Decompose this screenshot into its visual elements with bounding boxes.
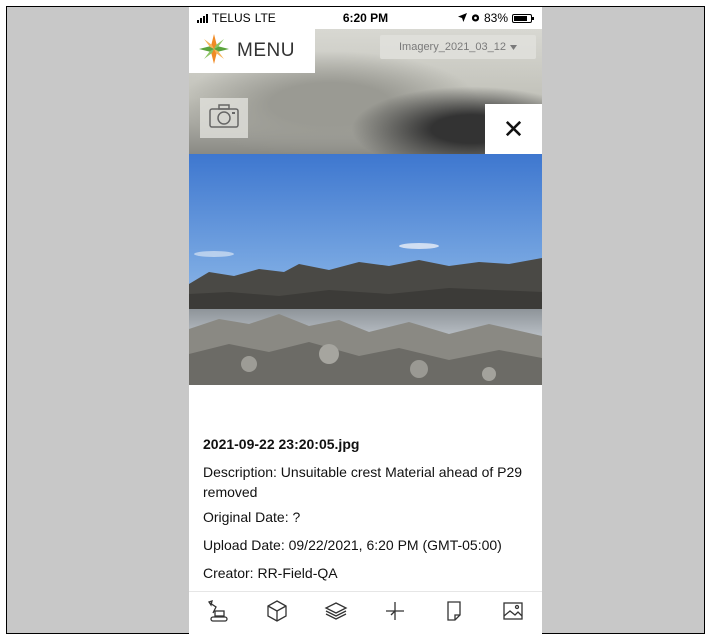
imagery-select[interactable]: Imagery_2021_03_12 xyxy=(380,35,536,59)
logo-icon xyxy=(199,33,229,69)
bottom-toolbar xyxy=(189,591,542,634)
caret-down-icon xyxy=(510,41,518,53)
menu-button[interactable]: MENU xyxy=(189,29,315,73)
close-button[interactable]: ✕ xyxy=(485,104,542,154)
note-tool-button[interactable] xyxy=(438,597,470,629)
image-tool-button[interactable] xyxy=(497,597,529,629)
photo-description: Description: Unsuitable crest Material a… xyxy=(203,464,523,500)
excavator-icon xyxy=(206,599,230,628)
alarm-icon xyxy=(471,11,480,25)
note-icon xyxy=(442,599,466,628)
photo-upload-date: Upload Date: 09/22/2021, 6:20 PM (GMT-05… xyxy=(203,537,502,553)
status-right: 83% xyxy=(457,11,534,25)
layers-tool-button[interactable] xyxy=(320,597,352,629)
camera-icon xyxy=(209,103,239,133)
crosshair-icon xyxy=(383,599,407,628)
photo-original-date: Original Date: ? xyxy=(203,509,301,525)
cube-icon xyxy=(265,599,289,628)
battery-percent: 83% xyxy=(483,11,508,25)
photo-image xyxy=(189,154,542,385)
excavator-tool-button[interactable] xyxy=(202,597,234,629)
status-bar: TELUS LTE 6:20 PM 83% xyxy=(189,7,542,29)
camera-button[interactable] xyxy=(200,98,248,138)
phone-screen: TELUS LTE 6:20 PM 83% MENU Imagery_2021_… xyxy=(189,7,542,634)
battery-icon xyxy=(512,13,534,23)
photo-details: 2021-09-22 23:20:05.jpg Description: Uns… xyxy=(189,385,542,591)
imagery-select-value: Imagery_2021_03_12 xyxy=(398,41,507,53)
photo-creator: Creator: RR-Field-QA xyxy=(203,565,338,581)
layers-icon xyxy=(324,599,348,628)
location-arrow-icon xyxy=(457,11,467,25)
menu-label: MENU xyxy=(237,40,295,61)
photo-filename: 2021-09-22 23:20:05.jpg xyxy=(203,436,360,452)
cube-tool-button[interactable] xyxy=(261,597,293,629)
crosshair-tool-button[interactable] xyxy=(379,597,411,629)
image-icon xyxy=(501,599,525,628)
